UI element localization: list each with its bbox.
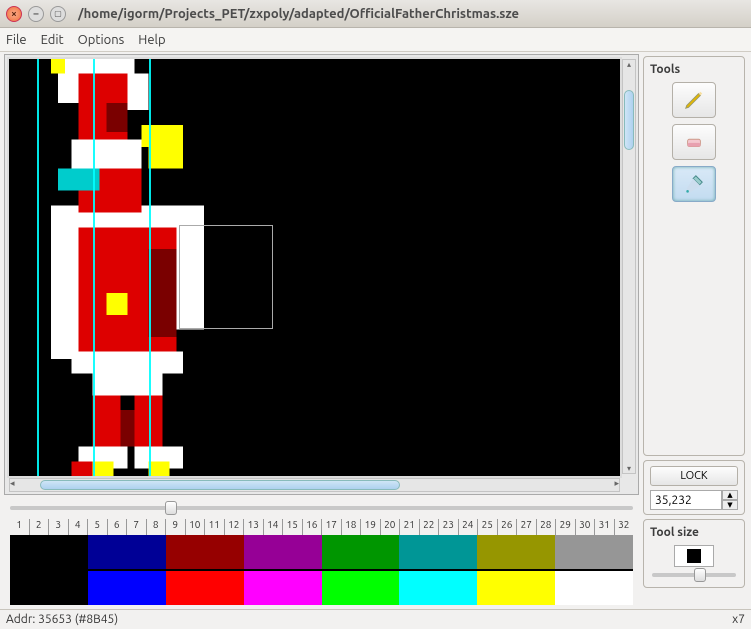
ruler-tick: 25 bbox=[477, 519, 497, 535]
ruler-tick: 13 bbox=[243, 519, 263, 535]
ruler-tick: 3 bbox=[48, 519, 68, 535]
ruler-tick: 32 bbox=[614, 519, 634, 535]
ruler-tick: 30 bbox=[575, 519, 595, 535]
menubar: File Edit Options Help bbox=[0, 28, 751, 52]
address-spinner[interactable]: ▲ ▼ bbox=[650, 490, 738, 510]
ruler-tick: 15 bbox=[282, 519, 302, 535]
lock-panel: LOCK ▲ ▼ bbox=[643, 460, 745, 515]
editor-viewport bbox=[4, 54, 639, 495]
palette-swatch[interactable] bbox=[244, 535, 322, 569]
guide-line bbox=[37, 59, 39, 476]
palette-swatch[interactable] bbox=[10, 571, 88, 605]
tool-size-swatch[interactable] bbox=[674, 545, 714, 567]
pencil-tool-button[interactable] bbox=[672, 82, 716, 118]
palette-swatch[interactable] bbox=[166, 571, 244, 605]
window-maximize-button[interactable] bbox=[50, 6, 66, 22]
ruler-tick: 17 bbox=[321, 519, 341, 535]
eraser-icon bbox=[683, 131, 705, 153]
menu-options[interactable]: Options bbox=[78, 33, 125, 47]
ruler-tick: 11 bbox=[204, 519, 224, 535]
address-input[interactable] bbox=[650, 490, 722, 510]
status-addr-hex: #8B45 bbox=[78, 613, 114, 626]
spinner-up[interactable]: ▲ bbox=[722, 490, 738, 500]
palette-swatch[interactable] bbox=[477, 535, 555, 569]
ruler-tick: 7 bbox=[126, 519, 146, 535]
ruler-tick: 8 bbox=[146, 519, 166, 535]
window-minimize-button[interactable] bbox=[28, 6, 44, 22]
palette-swatch[interactable] bbox=[166, 535, 244, 569]
color-palette: INK PAINT bbox=[10, 535, 633, 605]
lock-button[interactable]: LOCK bbox=[650, 466, 738, 486]
vertical-scroll-thumb[interactable] bbox=[624, 90, 634, 150]
ruler-tick: 20 bbox=[380, 519, 400, 535]
ruler-tick: 12 bbox=[224, 519, 244, 535]
tool-size-thumb[interactable] bbox=[694, 568, 706, 582]
menu-edit[interactable]: Edit bbox=[41, 33, 64, 47]
dropper-icon bbox=[683, 173, 705, 195]
ruler-tick: 28 bbox=[536, 519, 556, 535]
ruler-tick: 24 bbox=[458, 519, 478, 535]
pencil-icon bbox=[683, 89, 705, 111]
palette-swatch[interactable] bbox=[88, 535, 166, 569]
ruler-tick: 9 bbox=[165, 519, 185, 535]
palette-swatch[interactable] bbox=[88, 571, 166, 605]
guide-line bbox=[93, 59, 95, 476]
ruler-tick: 2 bbox=[29, 519, 49, 535]
vertical-scrollbar[interactable] bbox=[622, 59, 636, 474]
palette-swatch[interactable] bbox=[10, 535, 88, 569]
ruler-tick: 29 bbox=[555, 519, 575, 535]
zoom-slider-thumb[interactable] bbox=[165, 501, 177, 515]
palette-swatch[interactable] bbox=[477, 571, 555, 605]
ruler-tick: 6 bbox=[107, 519, 127, 535]
menu-help[interactable]: Help bbox=[138, 33, 165, 47]
ruler-tick: 31 bbox=[594, 519, 614, 535]
palette-swatch[interactable] bbox=[555, 571, 633, 605]
ruler-tick: 23 bbox=[438, 519, 458, 535]
menu-file[interactable]: File bbox=[6, 33, 27, 47]
ruler-tick: 26 bbox=[497, 519, 517, 535]
palette-swatch[interactable] bbox=[555, 535, 633, 569]
tool-size-title: Tool size bbox=[650, 526, 738, 539]
ruler-tick: 27 bbox=[516, 519, 536, 535]
palette-swatch[interactable] bbox=[244, 571, 322, 605]
window-title: /home/igorm/Projects_PET/zxpoly/adapted/… bbox=[78, 7, 519, 21]
tools-panel: Tools bbox=[643, 56, 745, 456]
tools-panel-title: Tools bbox=[650, 63, 738, 76]
tool-size-panel: Tool size bbox=[643, 519, 745, 588]
dropper-tool-button[interactable] bbox=[672, 166, 716, 202]
ruler-tick: 16 bbox=[302, 519, 322, 535]
ruler-tick: 10 bbox=[185, 519, 205, 535]
pixel-canvas[interactable] bbox=[9, 59, 620, 476]
spinner-down[interactable]: ▼ bbox=[722, 500, 738, 510]
ruler-tick: 1 bbox=[10, 519, 29, 535]
ruler-tick: 19 bbox=[360, 519, 380, 535]
palette-swatch[interactable] bbox=[322, 535, 400, 569]
palette-swatch[interactable] bbox=[322, 571, 400, 605]
ruler-tick: 18 bbox=[341, 519, 361, 535]
ruler-tick: 5 bbox=[87, 519, 107, 535]
eraser-tool-button[interactable] bbox=[672, 124, 716, 160]
status-addr-dec: 35653 bbox=[38, 613, 72, 626]
palette-swatch[interactable] bbox=[399, 571, 477, 605]
ruler-tick: 21 bbox=[399, 519, 419, 535]
ruler-tick: 14 bbox=[263, 519, 283, 535]
palette-swatch[interactable] bbox=[399, 535, 477, 569]
ruler-tick: 4 bbox=[68, 519, 88, 535]
horizontal-scrollbar[interactable] bbox=[9, 478, 620, 492]
ruler-tick: 22 bbox=[419, 519, 439, 535]
status-bar: Addr: 35653 ( #8B45) x7 bbox=[0, 609, 751, 629]
status-zoom: x7 bbox=[732, 613, 745, 626]
status-addr-label: Addr: bbox=[6, 613, 35, 626]
window-titlebar: /home/igorm/Projects_PET/zxpoly/adapted/… bbox=[0, 0, 751, 28]
tool-size-slider[interactable] bbox=[652, 573, 736, 577]
guide-line bbox=[149, 59, 151, 476]
selection-rectangle[interactable] bbox=[179, 225, 273, 329]
ruler: 1234567891011121314151617181920212223242… bbox=[4, 519, 639, 535]
zoom-slider[interactable] bbox=[4, 495, 639, 519]
window-close-button[interactable] bbox=[6, 6, 22, 22]
horizontal-scroll-thumb[interactable] bbox=[40, 480, 400, 490]
